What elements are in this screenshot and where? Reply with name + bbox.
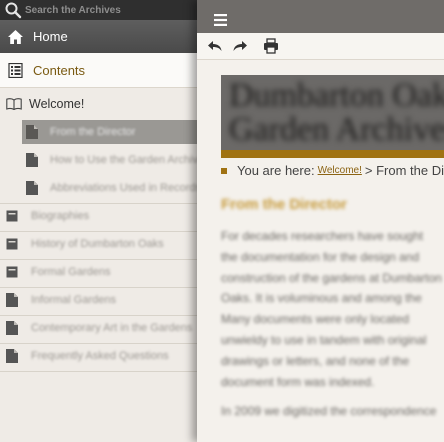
- nav-contents-label: Contents: [33, 62, 86, 78]
- print-icon[interactable]: [263, 38, 279, 54]
- navigation-drawer: Home Contents Welcome! From the Director: [0, 0, 200, 442]
- home-icon: [8, 29, 23, 44]
- tree-item-label: From the Director: [50, 126, 136, 138]
- paragraph: For decades researchers have sought the …: [221, 226, 444, 392]
- text-line: unwieldy to use in tandem with original: [221, 332, 427, 347]
- text-line: document form was indexed.: [221, 374, 375, 389]
- text-line: the documentation for the design and: [221, 249, 420, 264]
- book-icon: [6, 210, 18, 222]
- divider: [0, 371, 200, 372]
- document-icon: [26, 153, 38, 167]
- tree-item-label: History of Dumbarton Oaks: [31, 238, 164, 250]
- tree-item-history[interactable]: History of Dumbarton Oaks: [6, 232, 164, 256]
- accent-bar: [221, 150, 444, 158]
- contents-icon: [8, 62, 23, 78]
- text-line: Oaks. It is voluminous and among the: [221, 291, 422, 306]
- text-line: For decades researchers have sought: [221, 229, 424, 243]
- top-bar: [197, 0, 444, 33]
- text-line: construction of the gardens at Dumbarton: [221, 270, 442, 285]
- document-icon: [26, 181, 38, 195]
- forward-arrow-icon[interactable]: [232, 38, 248, 54]
- nav-contents[interactable]: Contents: [0, 53, 200, 88]
- tree-item-label: Abbreviations Used in Records: [50, 182, 200, 194]
- tree-item-faq[interactable]: Frequently Asked Questions: [6, 344, 169, 368]
- tree-item-label: Informal Gardens: [31, 294, 116, 306]
- tree-item-formal-gardens[interactable]: Formal Gardens: [6, 260, 110, 284]
- document-icon: [6, 349, 18, 363]
- search-icon[interactable]: [4, 1, 22, 19]
- main-panel: Dumbarton Oaks Garden Archives You are h…: [197, 0, 444, 442]
- breadcrumb-current: > From the Director: [364, 163, 444, 178]
- tree-item-label: Frequently Asked Questions: [31, 350, 169, 362]
- text-line: Many documents were only located: [221, 312, 410, 327]
- tree-item-label: Biographies: [31, 210, 90, 222]
- tree-item-contemporary-art[interactable]: Contemporary Art in the Gardens: [6, 316, 192, 340]
- book-icon: [6, 238, 18, 250]
- tree-item-welcome[interactable]: Welcome!: [6, 92, 84, 116]
- breadcrumb-link-welcome[interactable]: Welcome!: [318, 165, 362, 176]
- tree-item-informal-gardens[interactable]: Informal Gardens: [6, 288, 116, 312]
- banner-title-line: Dumbarton Oaks: [229, 77, 444, 114]
- tree-item-from-the-director[interactable]: From the Director: [22, 120, 200, 144]
- article-body: For decades researchers have sought the …: [221, 226, 444, 431]
- header-banner-image: Dumbarton Oaks Garden Archives: [221, 75, 444, 150]
- book-icon: [6, 266, 18, 278]
- open-book-icon: [6, 98, 22, 110]
- tree-item-label: Formal Gardens: [31, 266, 111, 278]
- document-icon: [6, 321, 18, 335]
- tree-item-abbreviations[interactable]: Abbreviations Used in Records: [22, 176, 200, 200]
- nav-home[interactable]: Home: [0, 20, 200, 54]
- reply-arrow-icon[interactable]: [207, 38, 223, 54]
- tree-item-label: Contemporary Art in the Gardens: [31, 322, 193, 334]
- document-icon: [6, 293, 18, 307]
- text-line: drawings or letters, and none of the: [221, 353, 410, 368]
- tree-item-biographies[interactable]: Biographies: [6, 204, 89, 228]
- tree-item-how-to-use[interactable]: How to Use the Garden Archives: [22, 148, 200, 172]
- breadcrumb: You are here: Welcome! > From the Direct…: [221, 163, 444, 178]
- toolbar: [197, 33, 444, 60]
- search-input[interactable]: [22, 4, 185, 16]
- document-icon: [26, 125, 38, 139]
- page-heading: From the Director: [221, 196, 347, 213]
- text-line: In 2009 we digitized the correspondence: [221, 404, 437, 419]
- nav-home-label: Home: [33, 29, 68, 44]
- tree-item-label: How to Use the Garden Archives: [50, 154, 200, 166]
- menu-icon[interactable]: [214, 14, 227, 26]
- tree-item-label: Welcome!: [29, 97, 85, 111]
- paragraph: In 2009 we digitized the correspondence: [221, 401, 444, 422]
- banner-title-line: Garden Archives: [229, 111, 444, 148]
- search-bar: [0, 0, 200, 20]
- breadcrumb-bullet: [221, 167, 227, 174]
- breadcrumb-prefix: You are here:: [237, 163, 315, 178]
